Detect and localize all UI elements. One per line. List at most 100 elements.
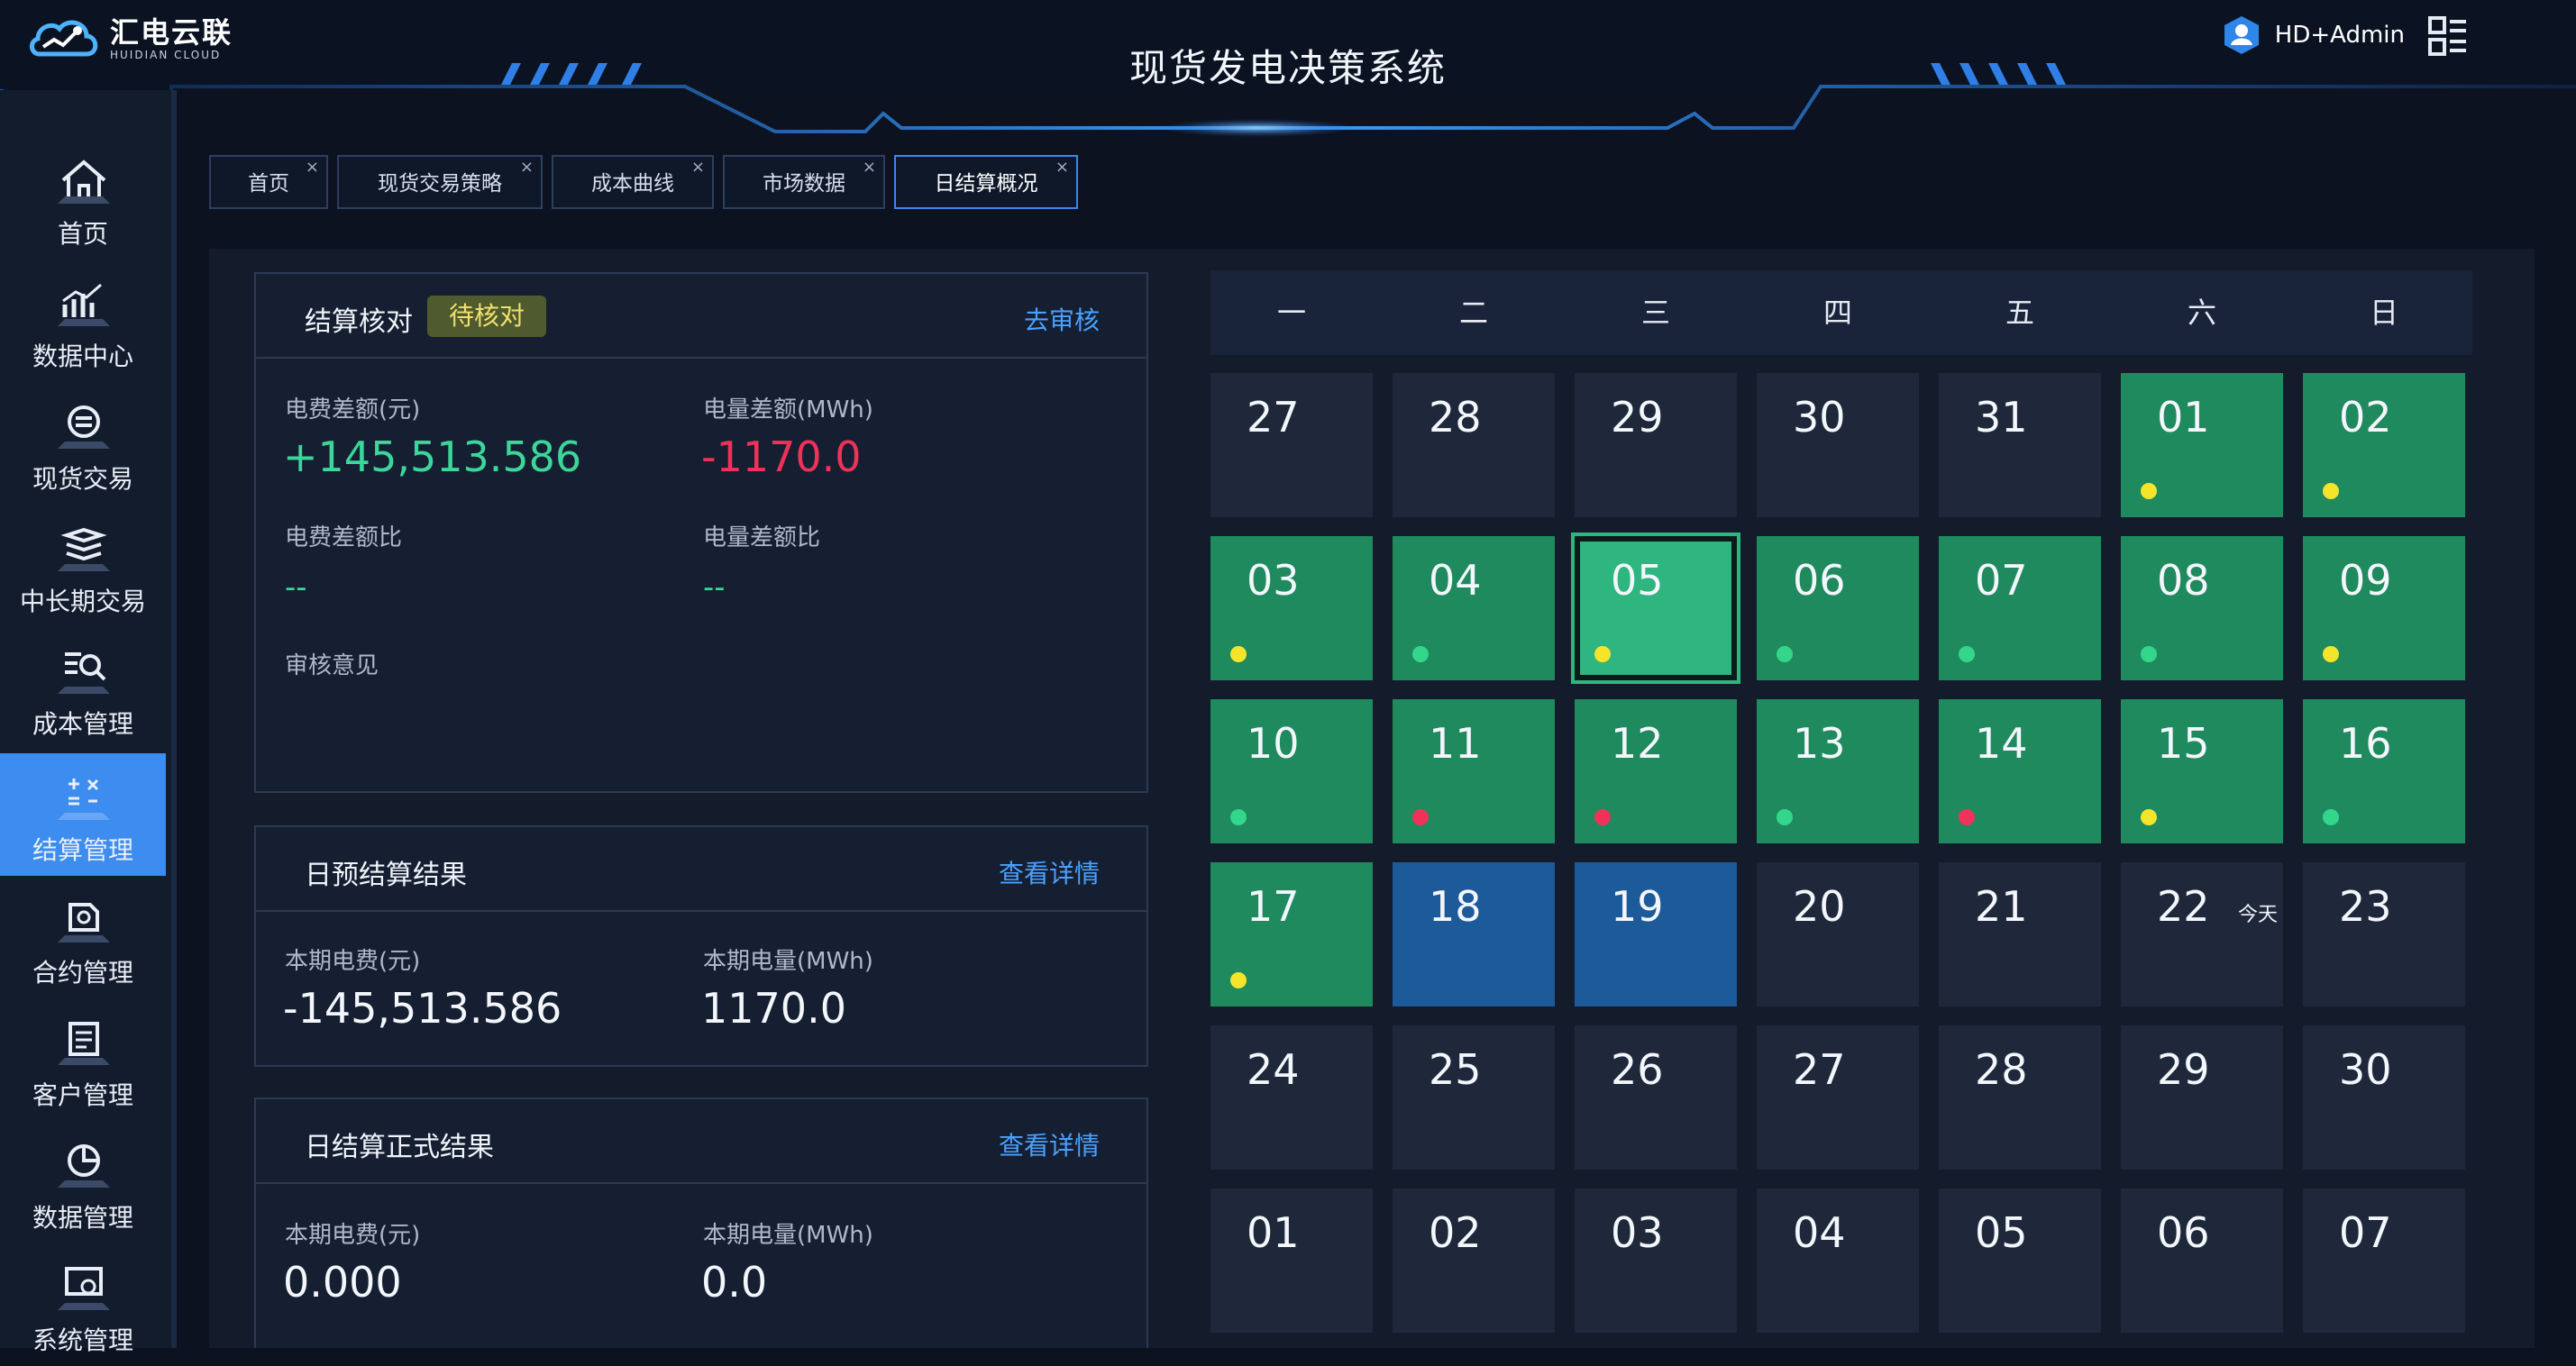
view-details-link[interactable]: 查看详情 (999, 854, 1100, 890)
user-menu[interactable]: HD+Admin (2221, 14, 2405, 56)
day-number: 05 (1611, 556, 1664, 605)
status-dot-yellow (2323, 646, 2339, 662)
calendar-day-cell[interactable]: 11 (1393, 699, 1555, 843)
sidebar-item-customer[interactable]: 客户管理 (0, 998, 166, 1121)
sidebar-item-spot-trading[interactable]: 现货交易 (0, 382, 166, 505)
day-number: 04 (1429, 556, 1482, 605)
calendar-day-cell[interactable]: 24 (1210, 1025, 1373, 1170)
close-icon[interactable]: × (863, 141, 876, 195)
settlement-check-card: 结算核对 待核对 去审核 电费差额(元) +145,513.586 电量差额(M… (254, 272, 1148, 793)
calendar-day-cell[interactable]: 06 (2121, 1188, 2283, 1333)
weekday-label: 二 (1458, 296, 1488, 330)
energy-ratio-label: 电量差额比 (703, 524, 821, 551)
calendar-day-cell[interactable]: 16 (2303, 699, 2465, 843)
tab-cost-curve[interactable]: 成本曲线 × (552, 155, 714, 209)
sidebar-item-label: 中长期交易 (19, 587, 146, 616)
pre-settlement-card: 日预结算结果 查看详情 本期电费(元) -145,513.586 本期电量(MW… (254, 825, 1148, 1067)
calendar-day-cell[interactable]: 03 (1575, 1188, 1737, 1333)
calendar-day-cell[interactable]: 02 (2303, 373, 2465, 517)
calendar-day-cell[interactable]: 26 (1575, 1025, 1737, 1170)
calendar-day-cell[interactable]: 10 (1210, 699, 1373, 843)
calendar-day-cell[interactable]: 15 (2121, 699, 2283, 843)
calendar-day-cell[interactable]: 30 (1757, 373, 1919, 517)
customer-icon (58, 1022, 110, 1065)
calendar-day-cell[interactable]: 28 (1393, 373, 1555, 517)
calendar-day-cell[interactable]: 29 (2121, 1025, 2283, 1170)
tab-label: 日结算概况 (934, 172, 1038, 196)
review-opinion-label: 审核意见 (285, 652, 379, 679)
calendar-day-cell[interactable]: 27 (1757, 1025, 1919, 1170)
status-dot-yellow (1230, 646, 1247, 662)
close-icon[interactable]: × (520, 141, 534, 195)
calendar-day-cell[interactable]: 05 (1939, 1188, 2101, 1333)
go-review-link[interactable]: 去审核 (1024, 301, 1100, 337)
day-number: 05 (1975, 1208, 2028, 1257)
tab-daily-settlement[interactable]: 日结算概况 × (894, 155, 1078, 209)
calendar-day-cell[interactable]: 27 (1210, 373, 1373, 517)
weekday-label: 四 (1822, 296, 1852, 330)
status-dot-yellow (2141, 483, 2157, 499)
fee-ratio-value: -- (285, 569, 307, 606)
calendar-day-cell[interactable]: 17 (1210, 862, 1373, 1006)
calendar-day-cell[interactable]: 28 (1939, 1025, 2101, 1170)
day-number: 07 (2339, 1208, 2392, 1257)
tab-market-data[interactable]: 市场数据 × (723, 155, 885, 209)
day-number: 27 (1793, 1045, 1846, 1094)
sidebar-item-home[interactable]: 首页 (0, 137, 166, 260)
calendar-day-cell[interactable]: 20 (1757, 862, 1919, 1006)
sidebar-item-data-mgmt[interactable]: 数据管理 (0, 1121, 166, 1243)
close-icon[interactable]: × (1055, 141, 1069, 195)
card-header: 日预结算结果 查看详情 (256, 827, 1146, 912)
sidebar-item-settlement[interactable]: 结算管理 (0, 753, 166, 876)
grid-menu-icon[interactable] (2428, 16, 2468, 56)
tab-label: 市场数据 (763, 172, 845, 196)
status-dot-yellow (1594, 646, 1611, 662)
user-avatar-icon (2224, 16, 2259, 54)
calendar-day-cell[interactable]: 13 (1757, 699, 1919, 843)
day-number: 21 (1975, 882, 2028, 931)
close-icon[interactable]: × (691, 141, 705, 195)
calendar-day-cell[interactable]: 22 今天 (2121, 862, 2283, 1006)
calendar-day-cell[interactable]: 05 (1575, 536, 1737, 680)
calendar-day-cell[interactable]: 07 (1939, 536, 2101, 680)
tab-home[interactable]: 首页 × (209, 155, 328, 209)
calendar-day-cell[interactable]: 29 (1575, 373, 1737, 517)
calendar-day-cell[interactable]: 03 (1210, 536, 1373, 680)
weekday-label: 一 (1276, 296, 1306, 330)
view-details-link[interactable]: 查看详情 (999, 1126, 1100, 1162)
calendar-day-cell[interactable]: 07 (2303, 1188, 2465, 1333)
calendar-day-cell[interactable]: 06 (1757, 536, 1919, 680)
sidebar-item-label: 结算管理 (32, 835, 133, 865)
day-number: 30 (1793, 393, 1846, 442)
calendar-day-cell[interactable]: 18 (1393, 862, 1555, 1006)
day-number: 03 (1247, 556, 1300, 605)
sidebar: 首页 数据中心 现货交易 中长期交易 成本管理 结算管理 合约管理 客户管理 数… (0, 90, 177, 1355)
calendar-day-cell[interactable]: 30 (2303, 1025, 2465, 1170)
sidebar-item-long-term[interactable]: 中长期交易 (0, 505, 166, 627)
tab-spot-strategy[interactable]: 现货交易策略 × (337, 155, 543, 209)
calendar-day-cell[interactable]: 09 (2303, 536, 2465, 680)
sidebar-item-contract[interactable]: 合约管理 (0, 876, 166, 998)
calendar-day-cell[interactable]: 02 (1393, 1188, 1555, 1333)
status-dot-red (1959, 809, 1975, 825)
sidebar-item-label: 合约管理 (32, 958, 133, 988)
close-icon[interactable]: × (306, 141, 319, 195)
calendar-day-cell[interactable]: 04 (1757, 1188, 1919, 1333)
calendar-day-cell[interactable]: 01 (1210, 1188, 1373, 1333)
calendar-day-cell[interactable]: 12 (1575, 699, 1737, 843)
calendar-day-cell[interactable]: 19 (1575, 862, 1737, 1006)
calendar-day-cell[interactable]: 21 (1939, 862, 2101, 1006)
status-dot-yellow (1230, 972, 1247, 988)
calendar-day-cell[interactable]: 14 (1939, 699, 2101, 843)
status-dot-green (1777, 809, 1793, 825)
energy-diff-label: 电量差额(MWh) (703, 396, 873, 423)
calendar-day-cell[interactable]: 08 (2121, 536, 2283, 680)
calendar-day-cell[interactable]: 31 (1939, 373, 2101, 517)
calendar-day-cell[interactable]: 23 (2303, 862, 2465, 1006)
calendar-day-cell[interactable]: 01 (2121, 373, 2283, 517)
calendar-day-cell[interactable]: 04 (1393, 536, 1555, 680)
fee-ratio-label: 电费差额比 (285, 524, 403, 551)
sidebar-item-cost[interactable]: 成本管理 (0, 627, 166, 750)
sidebar-item-data-center[interactable]: 数据中心 (0, 260, 166, 382)
calendar-day-cell[interactable]: 25 (1393, 1025, 1555, 1170)
